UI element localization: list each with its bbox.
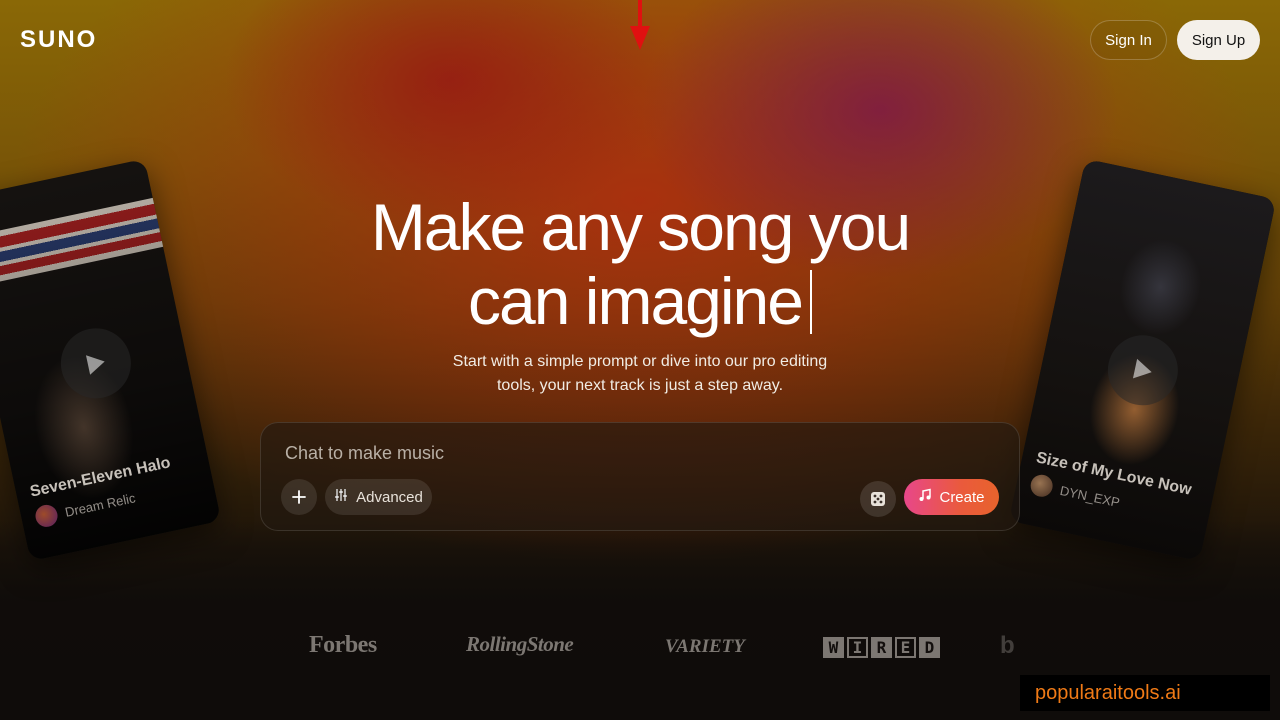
create-label: Create xyxy=(939,488,985,506)
headline-line-1: Make any song you xyxy=(370,190,911,264)
suno-logo[interactable]: SUNO xyxy=(20,26,97,54)
advanced-label: Advanced xyxy=(356,488,423,506)
chat-input[interactable] xyxy=(285,443,845,464)
sliders-icon xyxy=(334,488,348,506)
sign-in-button[interactable]: Sign In xyxy=(1090,20,1167,60)
watermark: popularaitools.ai xyxy=(1020,675,1270,711)
avatar xyxy=(33,502,60,529)
wired-logo: W I R E D xyxy=(823,637,940,658)
forbes-logo: Forbes xyxy=(309,632,377,658)
press-logo-partial: b xyxy=(1000,632,1015,659)
wired-letter: R xyxy=(871,637,892,658)
plus-icon[interactable] xyxy=(281,479,317,515)
music-note-icon xyxy=(918,488,932,506)
text-cursor xyxy=(809,270,812,334)
wired-letter: W xyxy=(823,637,844,658)
rolling-stone-logo: RollingStone xyxy=(466,632,574,656)
headline-line-2-text: can imagine xyxy=(468,264,804,338)
avatar xyxy=(1028,472,1055,499)
advanced-button[interactable]: Advanced xyxy=(325,479,432,515)
wired-letter: I xyxy=(847,637,868,658)
wired-letter: D xyxy=(919,637,940,658)
wired-letter: E xyxy=(895,637,916,658)
chat-composer: Advanced Create xyxy=(260,422,1020,531)
dice-icon[interactable] xyxy=(860,481,896,517)
hero-headline: Make any song you can imagine xyxy=(0,190,1280,338)
hero-subtitle: Start with a simple prompt or dive into … xyxy=(0,350,1280,398)
sign-up-button[interactable]: Sign Up xyxy=(1177,20,1260,60)
subtitle-line-1: Start with a simple prompt or dive into … xyxy=(452,353,828,370)
subtitle-line-2: tools, your next track is just a step aw… xyxy=(496,377,784,394)
create-button[interactable]: Create xyxy=(904,479,999,515)
red-down-arrow-icon xyxy=(630,0,650,57)
variety-logo: VARIETY xyxy=(665,636,745,657)
headline-line-2: can imagine xyxy=(0,264,1280,338)
